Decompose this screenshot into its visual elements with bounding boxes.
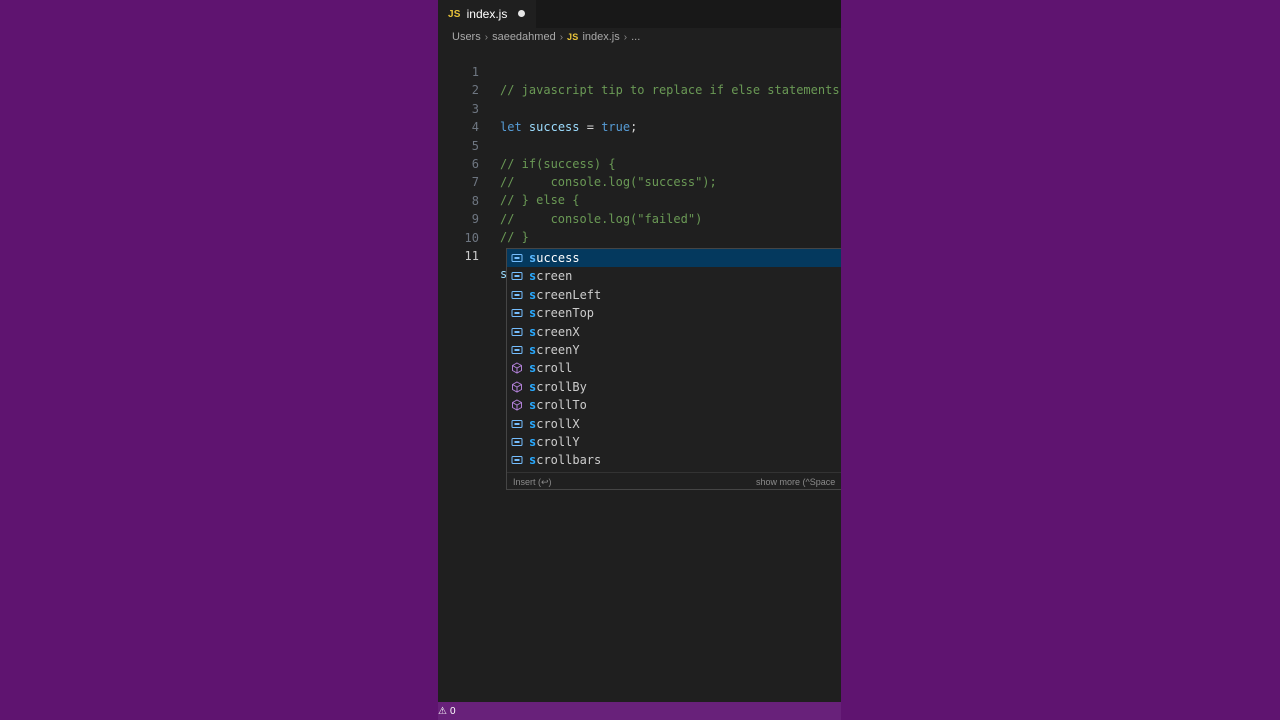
variable-icon <box>511 252 523 264</box>
code-line: 9 // } <box>438 192 841 244</box>
code-line: 2 <box>438 63 841 97</box>
suggestion-match: s <box>529 361 537 376</box>
code-line: 5 // if(success) { <box>438 119 841 171</box>
suggestion-match: s <box>529 306 537 321</box>
code-line: 10 <box>438 211 841 245</box>
chevron-right-icon: › <box>559 31 564 43</box>
suggestion-item[interactable]: s croll <box>507 359 841 377</box>
suggestion-item[interactable]: s creenLeft <box>507 286 841 304</box>
suggestion-label: creenTop <box>536 306 595 321</box>
variable-icon <box>511 326 523 338</box>
tab-index-js[interactable]: JS index.js <box>438 0 536 28</box>
breadcrumb-saeedahmed[interactable]: saeedahmed <box>492 31 556 43</box>
breadcrumb-trail[interactable]: ... <box>631 31 640 43</box>
status-bar: ⚠ 0 <box>438 702 841 720</box>
suggestion-match: s <box>529 435 537 449</box>
suggestion-match: s <box>529 379 537 394</box>
code-editor[interactable]: 1 // javascript tip to replace if else s… <box>438 45 841 283</box>
suggestion-item[interactable]: s crollBy <box>507 378 841 396</box>
unsaved-dot-icon[interactable] <box>518 10 525 17</box>
variable-icon <box>511 307 523 319</box>
tab-bar: JS index.js <box>438 0 841 28</box>
tab-label: index.js <box>466 7 508 21</box>
suggestion-match: s <box>529 398 537 413</box>
warning-icon[interactable]: ⚠ <box>438 706 447 717</box>
variable-icon <box>511 454 523 466</box>
suggestion-item[interactable]: s creenY <box>507 341 841 359</box>
method-icon <box>511 399 523 411</box>
code-line: 8 // console.log("failed") <box>438 174 841 226</box>
variable-icon <box>511 436 523 448</box>
suggestion-item[interactable]: s creenX <box>507 323 841 341</box>
suggestion-label: crollbars <box>536 453 602 468</box>
code-line: 3 let success = true; <box>438 82 841 134</box>
line-number: 11 <box>464 249 479 263</box>
suggestion-item[interactable]: s creen <box>507 267 841 285</box>
variable-icon <box>511 418 523 430</box>
variable-icon <box>511 270 523 282</box>
code-line: 4 <box>438 100 841 134</box>
variable-icon <box>511 289 523 301</box>
code-line: 6 // console.log("success"); <box>438 137 841 189</box>
chevron-right-icon: › <box>484 31 489 43</box>
suggestion-footer: Insert (↩) show more (^Space <box>507 472 841 490</box>
suggestion-match: s <box>529 324 537 339</box>
suggestion-match: s <box>529 453 537 468</box>
suggestion-match: s <box>529 287 537 302</box>
editor-window: JS index.js Users › saeedahmed › JS inde… <box>438 0 841 720</box>
suggestion-item[interactable]: s crollbars <box>507 451 841 469</box>
suggestion-item[interactable]: s crollX <box>507 415 841 433</box>
warning-count[interactable]: 0 <box>450 706 456 717</box>
javascript-file-icon: JS <box>567 32 579 42</box>
suggestion-label: creenX <box>536 324 580 339</box>
suggestion-label: crollY <box>536 435 580 449</box>
suggestion-item[interactable]: s crollY <box>507 433 841 451</box>
method-icon <box>511 362 523 374</box>
code-line-active: 11 s <box>438 229 841 283</box>
method-icon <box>511 381 523 393</box>
suggestion-item[interactable]: s uccess <box>507 249 841 267</box>
suggestion-label: uccess <box>536 251 580 265</box>
chevron-right-icon: › <box>623 31 628 43</box>
breadcrumb-users[interactable]: Users <box>452 31 481 43</box>
suggestion-label: croll <box>536 361 573 376</box>
suggestion-label: crollTo <box>536 398 587 413</box>
suggestion-label: creen <box>536 269 573 284</box>
insert-hint: Insert (↩) <box>513 477 552 487</box>
suggestion-label: creenY <box>536 343 580 357</box>
breadcrumb-file[interactable]: index.js <box>582 31 619 43</box>
suggestion-item[interactable]: s creenTop <box>507 304 841 322</box>
code-line: 1 // javascript tip to replace if else s… <box>438 45 841 97</box>
breadcrumb: Users › saeedahmed › JS index.js › ... <box>438 28 841 46</box>
show-more-link[interactable]: show more (^Space <box>756 477 835 487</box>
suggestion-label: creenLeft <box>536 287 602 302</box>
suggestion-item[interactable]: s crollTo <box>507 396 841 414</box>
javascript-file-icon: JS <box>448 8 461 20</box>
variable-icon <box>511 344 523 356</box>
code-line: 7 // } else { <box>438 155 841 207</box>
suggestion-match: s <box>529 269 537 284</box>
suggestion-label: crollBy <box>536 379 587 394</box>
suggestion-match: s <box>529 251 537 265</box>
suggestion-match: s <box>529 343 537 357</box>
suggestion-widget: s uccess s creen s creenLeft s creenTop s creenX s… <box>506 248 841 490</box>
suggestion-match: s <box>529 416 537 431</box>
suggestion-label: crollX <box>536 416 580 431</box>
